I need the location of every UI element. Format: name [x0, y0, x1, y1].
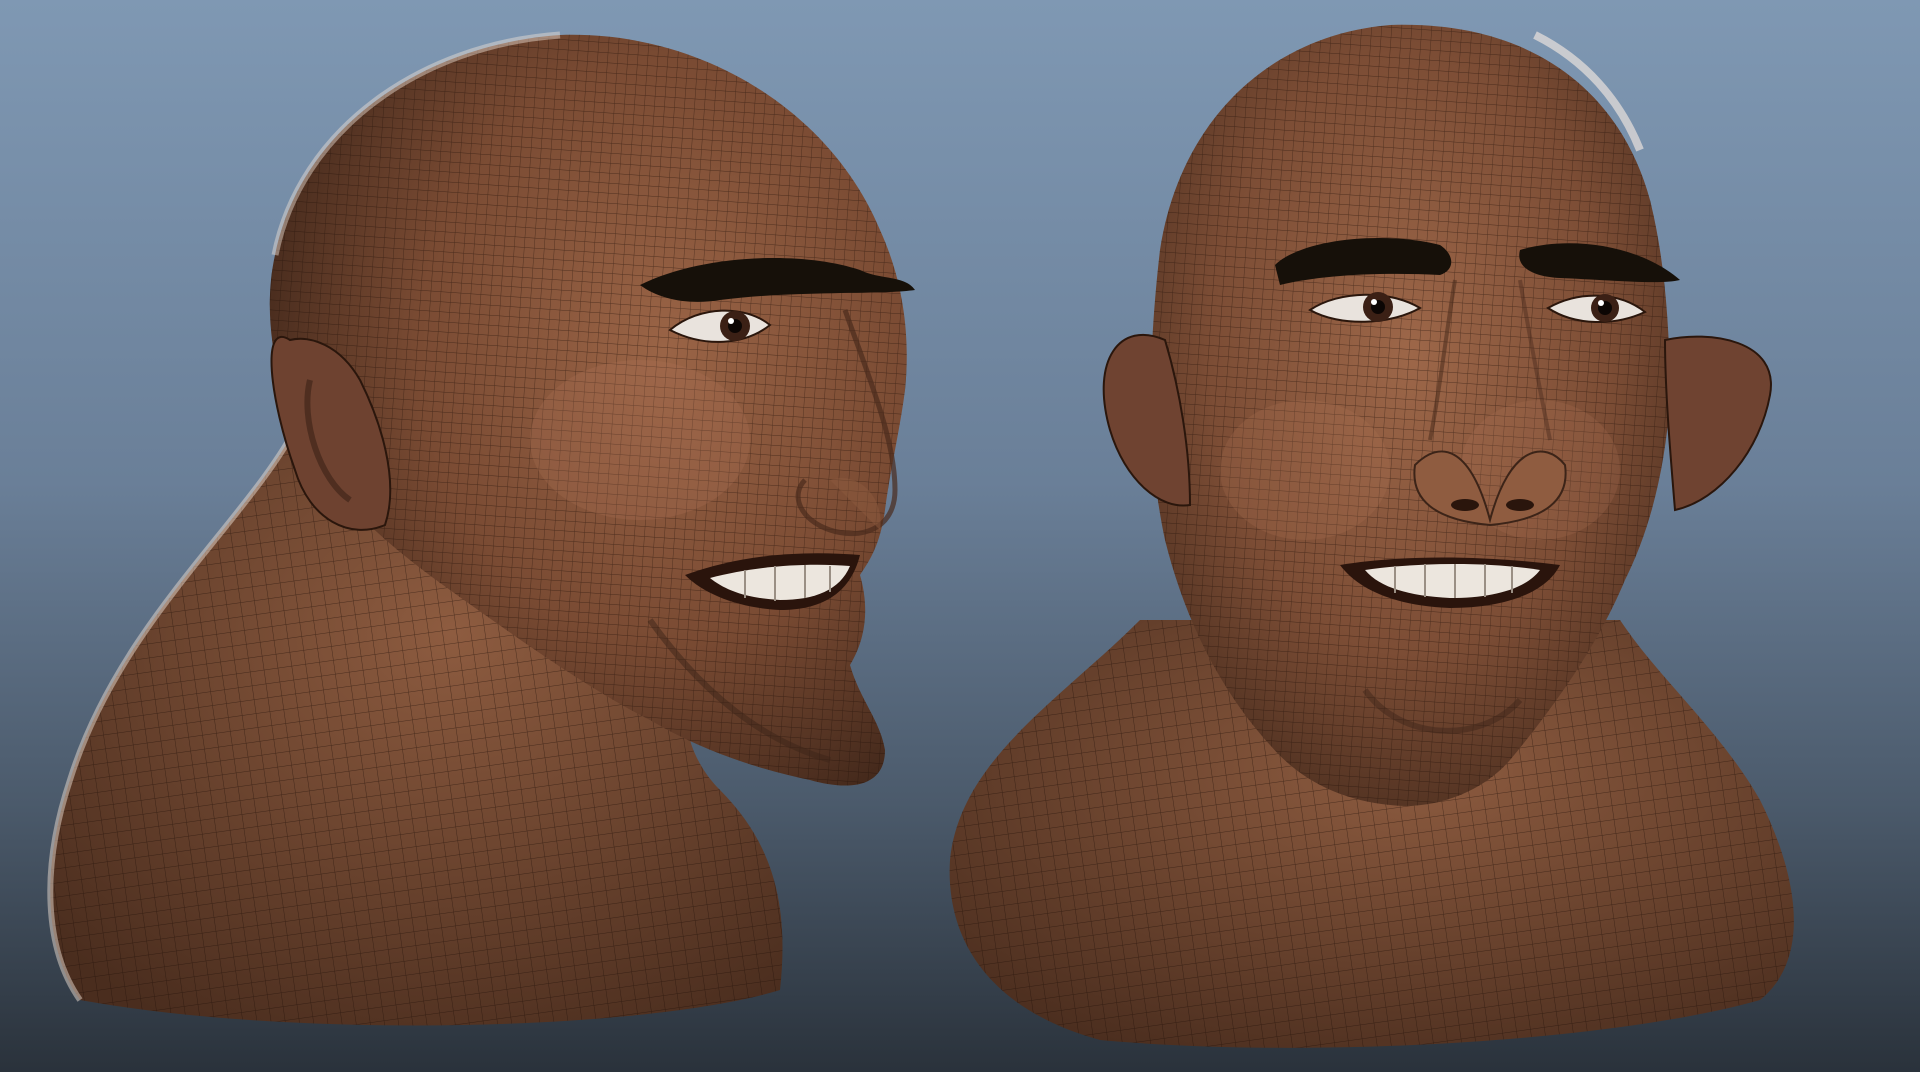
head-model-front-view: [949, 24, 1794, 1048]
ear-right: [1663, 335, 1772, 512]
scene-canvas: [47, 24, 1794, 1048]
head-model-three-quarter-view: [47, 31, 915, 1026]
3d-viewport[interactable]: [0, 0, 1920, 1072]
